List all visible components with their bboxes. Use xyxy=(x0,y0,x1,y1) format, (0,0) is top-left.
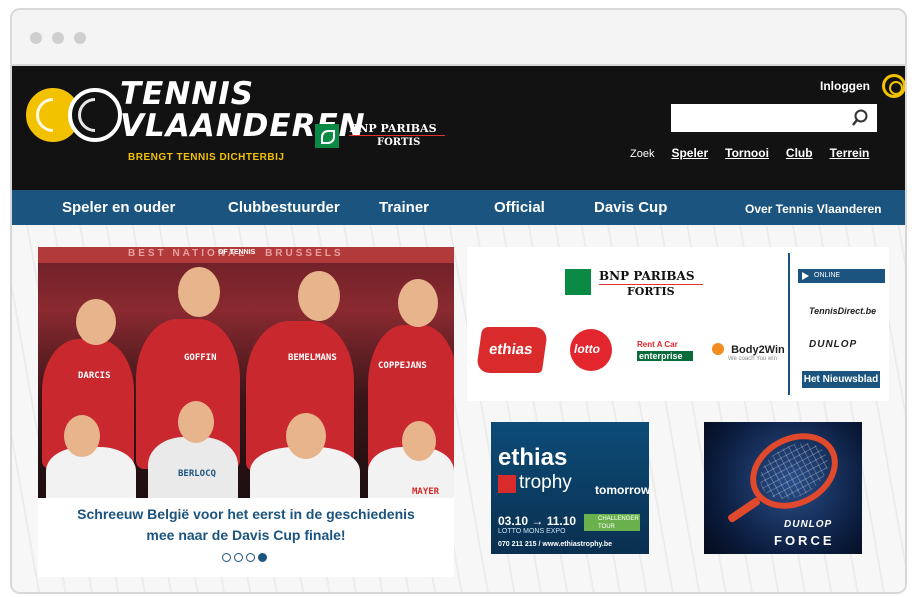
menu-item-speler-en-ouder[interactable]: Speler en ouder xyxy=(62,199,175,216)
window-maximize-dot[interactable] xyxy=(74,32,86,44)
slider-dot[interactable] xyxy=(234,553,243,562)
login-icon[interactable] xyxy=(882,74,905,98)
player-name-goffin: GOFFIN xyxy=(184,353,217,363)
search-link-terrein[interactable]: Terrein xyxy=(830,146,870,160)
search-icon[interactable] xyxy=(850,108,870,128)
search-links: Zoek Speler Tornooi Club Terrein xyxy=(630,146,869,160)
window-close-dot[interactable] xyxy=(30,32,42,44)
search-link-club[interactable]: Club xyxy=(786,146,813,160)
photo-top-text: OF TENNIS xyxy=(218,249,256,256)
ad-dunlop-brand: DUNLOP xyxy=(784,519,833,530)
player-name-bemelmans: BEMELMANS xyxy=(288,353,337,363)
slider-caption[interactable]: Schreeuw België voor het eerst in de ges… xyxy=(38,498,454,556)
ethias-mark-icon xyxy=(498,475,516,493)
player-figure xyxy=(46,447,136,498)
search-input[interactable] xyxy=(671,104,877,132)
tennisdirect-logo[interactable]: TennisDirect.be xyxy=(809,306,876,316)
player-figure xyxy=(148,437,238,498)
login-link[interactable]: Inloggen xyxy=(820,79,870,93)
sponsor-name: BNP PARIBAS xyxy=(349,122,437,135)
tennis-balls-logo-icon[interactable] xyxy=(26,88,126,142)
bnp-star-icon xyxy=(315,124,339,148)
sponsor-underline xyxy=(349,135,445,136)
player-head xyxy=(298,271,340,321)
player-head xyxy=(398,279,438,327)
main-sponsor-name: BNP PARIBAS xyxy=(599,269,695,283)
ad-ethias-contact: 070 211 215 / www.ethiastrophy.be xyxy=(498,541,612,548)
het-nieuwsblad-logo[interactable]: Het Nieuwsblad xyxy=(802,371,880,388)
news-slider[interactable]: BEST NATIONAL · BRUSSELS OF TENNIS DARCI… xyxy=(38,247,454,577)
caption-line-2: mee naar de Davis Cup finale! xyxy=(146,527,346,543)
lotto-logo-text: lotto xyxy=(574,342,600,356)
dunlop-force-ad[interactable]: DUNLOP FORCE xyxy=(704,422,862,554)
rent-a-car-text: Rent A Car xyxy=(637,340,678,349)
ad-dunlop-product: FORCE xyxy=(774,533,835,548)
ad-ethias-event: trophy xyxy=(519,472,572,493)
enterprise-logo[interactable]: Rent A Car enterprise xyxy=(637,340,693,364)
logo-line-1: TENNIS xyxy=(120,76,255,112)
slider-dot[interactable] xyxy=(222,553,231,562)
search-link-tornooi[interactable]: Tornooi xyxy=(725,146,769,160)
caption-line-1: Schreeuw België voor het eerst in de ges… xyxy=(77,506,415,522)
player-head xyxy=(402,421,436,461)
sponsor-panel: BNP PARIBAS FORTIS ethias lotto Rent A C… xyxy=(467,247,889,401)
page-viewport: TENNIS VLAANDEREN BRENGT TENNIS DICHTERB… xyxy=(12,66,905,592)
player-head xyxy=(286,413,326,459)
sponsor-divider xyxy=(788,253,790,395)
browser-window: TENNIS VLAANDEREN BRENGT TENNIS DICHTERB… xyxy=(10,8,907,594)
main-sponsor-logo[interactable]: BNP PARIBAS FORTIS xyxy=(565,267,705,299)
white-ball-icon xyxy=(68,88,122,142)
menu-item-official[interactable]: Official xyxy=(494,199,545,216)
racket-handle-icon xyxy=(726,496,762,524)
search-label: Zoek xyxy=(630,148,655,160)
ad-ethias-venue: LOTTO MONS EXPO xyxy=(498,528,566,535)
player-name-darcis: DARCIS xyxy=(78,371,111,381)
main-menu: Speler en ouder Clubbestuurder Trainer O… xyxy=(12,190,905,225)
body2win-text: Body2Win xyxy=(731,344,785,356)
menu-item-trainer[interactable]: Trainer xyxy=(379,199,429,216)
enterprise-text: enterprise xyxy=(637,351,693,361)
body2win-tagline: We coach You win xyxy=(728,356,777,362)
player-head xyxy=(178,267,220,317)
player-name-berlocq: BERLOCQ xyxy=(178,469,216,479)
online-tennisshop-button[interactable]: ONLINE TENNISSHOP xyxy=(798,269,885,293)
player-head xyxy=(178,401,214,443)
window-minimize-dot[interactable] xyxy=(52,32,64,44)
ad-ethias-dates: 03.10 → 11.10 xyxy=(498,514,577,528)
player-head xyxy=(76,299,116,345)
search-link-speler[interactable]: Speler xyxy=(671,146,708,160)
header-sponsor-logo[interactable]: BNP PARIBAS FORTIS xyxy=(315,122,445,150)
menu-item-over-tennis-vlaanderen[interactable]: Over Tennis Vlaanderen xyxy=(745,202,882,216)
logo-tagline: BRENGT TENNIS DICHTERBIJ xyxy=(128,152,285,163)
player-name-mayer: MAYER xyxy=(412,487,440,497)
lotto-logo[interactable]: lotto xyxy=(570,329,612,371)
menu-item-davis-cup[interactable]: Davis Cup xyxy=(594,199,667,216)
body2win-logo[interactable]: Body2Win We coach You win xyxy=(712,343,785,362)
slider-dot-active[interactable] xyxy=(258,553,267,562)
title-bar xyxy=(12,10,905,66)
main-sponsor-sub: FORTIS xyxy=(627,285,675,298)
dunlop-logo[interactable]: DUNLOP xyxy=(809,339,857,350)
ethias-logo[interactable]: ethias xyxy=(475,327,549,373)
menu-item-clubbestuurder[interactable]: Clubbestuurder xyxy=(228,199,340,216)
bnp-star-icon xyxy=(565,269,591,295)
player-name-coppejans: COPPEJANS xyxy=(378,361,427,371)
ethias-trophy-ad[interactable]: ethias trophy tomorrow 03.10 → 11.10 LOT… xyxy=(491,422,649,554)
davis-cup-team-photo[interactable]: BEST NATIONAL · BRUSSELS OF TENNIS DARCI… xyxy=(38,247,454,498)
slider-dot[interactable] xyxy=(246,553,255,562)
ad-ethias-tagline: tomorrow xyxy=(595,483,649,497)
site-header: TENNIS VLAANDEREN BRENGT TENNIS DICHTERB… xyxy=(12,66,905,190)
ad-ethias-brand: ethias xyxy=(498,444,568,471)
ethias-logo-text: ethias xyxy=(487,341,534,358)
sponsor-sub: FORTIS xyxy=(377,137,421,148)
racket-icon xyxy=(736,422,852,524)
slider-pagination xyxy=(222,553,267,562)
ad-ethias-badge: CHALLENGER TOUR xyxy=(584,514,640,531)
player-head xyxy=(64,415,100,457)
